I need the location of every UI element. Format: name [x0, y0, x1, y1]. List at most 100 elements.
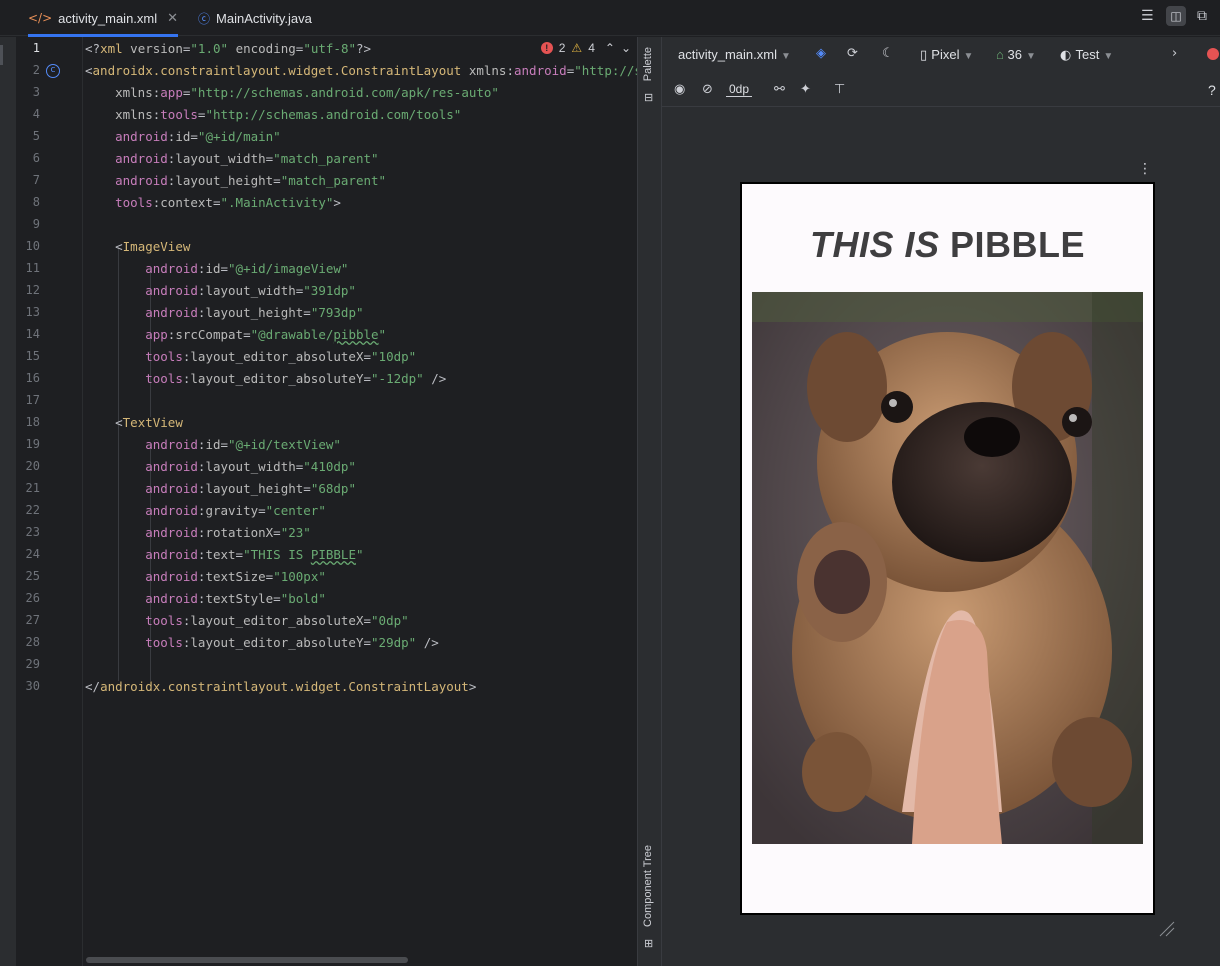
preview-imageview[interactable]: [752, 292, 1143, 844]
code-line: android:layout_height="match_parent": [115, 173, 387, 188]
code-line: android:rotationX="23": [145, 525, 311, 540]
code-line: <ImageView: [115, 239, 191, 254]
line-number: 2: [32, 63, 40, 77]
design-view-icon[interactable]: ⧉: [1197, 8, 1207, 24]
split-view-icon[interactable]: ◫: [1166, 6, 1186, 26]
close-icon[interactable]: ✕: [167, 10, 178, 26]
code-area[interactable]: <?xml version="1.0" encoding="utf-8"?> <…: [85, 37, 637, 966]
line-number: 5: [32, 129, 40, 143]
autoconnect-icon[interactable]: ⊘: [702, 82, 713, 97]
error-count: 2: [558, 41, 566, 55]
line-number: 14: [25, 327, 40, 341]
code-line: <?xml version="1.0" encoding="utf-8"?>: [85, 41, 372, 56]
line-number: 26: [25, 591, 40, 605]
strip-marker: [0, 45, 3, 65]
code-line: app:srcCompat="@drawable/pibble": [145, 327, 387, 342]
component-tree-icon[interactable]: ⊞: [644, 937, 653, 950]
orientation-icon[interactable]: ⟳: [847, 46, 858, 61]
tab-label: MainActivity.java: [216, 10, 312, 26]
device-preview[interactable]: THIS IS PIBBLE: [740, 182, 1155, 915]
left-tool-strip: [0, 37, 16, 966]
code-line: android:text="THIS IS PIBBLE": [145, 547, 364, 562]
line-number: 16: [25, 371, 40, 385]
line-number: 6: [32, 151, 40, 165]
view-options-icon[interactable]: ◉: [674, 82, 685, 97]
api-level-label: 36: [1007, 47, 1022, 62]
api-level-dropdown[interactable]: ⌂ 36 ▼: [996, 47, 1036, 62]
help-icon[interactable]: ?: [1208, 82, 1216, 98]
guidelines-icon[interactable]: ⊤: [834, 82, 845, 97]
line-number: 15: [25, 349, 40, 363]
warning-count: 4: [588, 41, 595, 55]
next-highlight-icon[interactable]: ⌄: [621, 41, 631, 55]
line-number: 24: [25, 547, 40, 561]
chevron-right-icon[interactable]: ›: [1172, 46, 1177, 61]
code-line: tools:layout_editor_absoluteY="29dp" />: [145, 635, 439, 650]
theme-icon: ◐: [1060, 48, 1076, 63]
device-dropdown[interactable]: ▯ Pixel ▼: [920, 47, 973, 63]
theme-dropdown[interactable]: ◐ Test ▼: [1060, 47, 1113, 63]
code-line: android:layout_height="793dp": [145, 305, 364, 320]
line-number: 22: [25, 503, 40, 517]
line-number: 1: [32, 41, 40, 55]
palette-tab[interactable]: Palette: [642, 47, 654, 81]
palette-icon[interactable]: ⊟: [644, 91, 653, 104]
chevron-down-icon: ▼: [1103, 51, 1114, 62]
line-number: 29: [25, 657, 40, 671]
default-margin-field[interactable]: 0dp: [726, 82, 753, 97]
resize-handle-icon[interactable]: [1156, 918, 1176, 938]
previous-highlight-icon[interactable]: ⌃: [605, 41, 615, 55]
file-dropdown[interactable]: activity_main.xml ▼: [678, 47, 791, 62]
line-number: 10: [25, 239, 40, 253]
design-canvas[interactable]: ⋮ THIS IS PIBBLE: [662, 108, 1220, 966]
more-options-icon[interactable]: ⋮: [1138, 161, 1152, 177]
layers-icon[interactable]: ◈: [816, 46, 826, 61]
phone-icon: ▯: [920, 48, 932, 63]
code-line: android:textStyle="bold": [145, 591, 326, 606]
file-dropdown-label: activity_main.xml: [678, 47, 777, 62]
horizontal-scrollbar[interactable]: [86, 957, 408, 963]
line-number: 13: [25, 305, 40, 319]
line-number: 11: [25, 261, 40, 275]
code-line: tools:layout_editor_absoluteX="0dp": [145, 613, 409, 628]
code-editor[interactable]: c 1 2 3 4 5 6 7 8 9 10 11 12 13 14 15 16 17 18 19 20 21 22 23 2…: [16, 37, 637, 966]
code-line: </androidx.constraintlayout.widget.Const…: [85, 679, 477, 694]
line-number: 7: [32, 173, 40, 187]
theme-label: Test: [1075, 47, 1100, 62]
code-line: android:id="@+id/main": [115, 129, 281, 144]
code-line: android:layout_width="match_parent": [115, 151, 379, 166]
tab-activity-main-xml[interactable]: </> activity_main.xml ✕: [28, 0, 179, 37]
clear-constraints-icon[interactable]: ⚯: [774, 82, 785, 97]
code-line: android:textSize="100px": [145, 569, 326, 584]
infer-constraints-icon[interactable]: ✦: [800, 82, 811, 97]
tab-label: activity_main.xml: [58, 10, 158, 26]
inspection-widget[interactable]: ! 2 ⚠ 4 ⌃ ⌄: [534, 41, 631, 55]
error-icon: !: [540, 42, 553, 54]
tab-mainactivity-java[interactable]: ⓒ MainActivity.java: [198, 0, 312, 36]
code-line: tools:context=".MainActivity">: [115, 195, 341, 210]
line-number: 20: [25, 459, 40, 473]
code-line: xmlns:tools="http://schemas.android.com/…: [115, 107, 462, 122]
line-number: 3: [32, 85, 40, 99]
preview-textview[interactable]: THIS IS PIBBLE: [742, 224, 1153, 266]
component-tree-tab[interactable]: Component Tree: [642, 845, 654, 927]
design-toolbar: activity_main.xml ▼ ◈ ⟳ ☾ ▯ Pixel ▼ ⌂ 36 ▼ …: [662, 37, 1220, 73]
code-line: tools:layout_editor_absoluteX="10dp": [145, 349, 417, 364]
design-side-strip: ⊟ Palette Component Tree ⊞: [637, 37, 662, 966]
code-view-icon[interactable]: ☰: [1141, 8, 1154, 24]
line-number: 17: [25, 393, 40, 407]
code-line: <androidx.constraintlayout.widget.Constr…: [85, 63, 637, 78]
code-line: xmlns:app="http://schemas.android.com/ap…: [115, 85, 499, 100]
line-number: 28: [25, 635, 40, 649]
night-mode-icon[interactable]: ☾: [882, 46, 894, 61]
line-number: 21: [25, 481, 40, 495]
class-reference-icon[interactable]: c: [46, 64, 60, 78]
preview-text-rest: PIBBLE: [939, 224, 1086, 265]
code-line: android:layout_width="410dp": [145, 459, 356, 474]
ide-window: </> activity_main.xml ✕ ⓒ MainActivity.j…: [0, 0, 1220, 966]
preview-text-italic: THIS IS: [809, 224, 940, 265]
code-line: android:id="@+id/textView": [145, 437, 341, 452]
code-line: android:id="@+id/imageView": [145, 261, 349, 276]
error-badge-icon[interactable]: [1207, 48, 1219, 60]
chevron-down-icon: ▼: [1025, 51, 1036, 62]
